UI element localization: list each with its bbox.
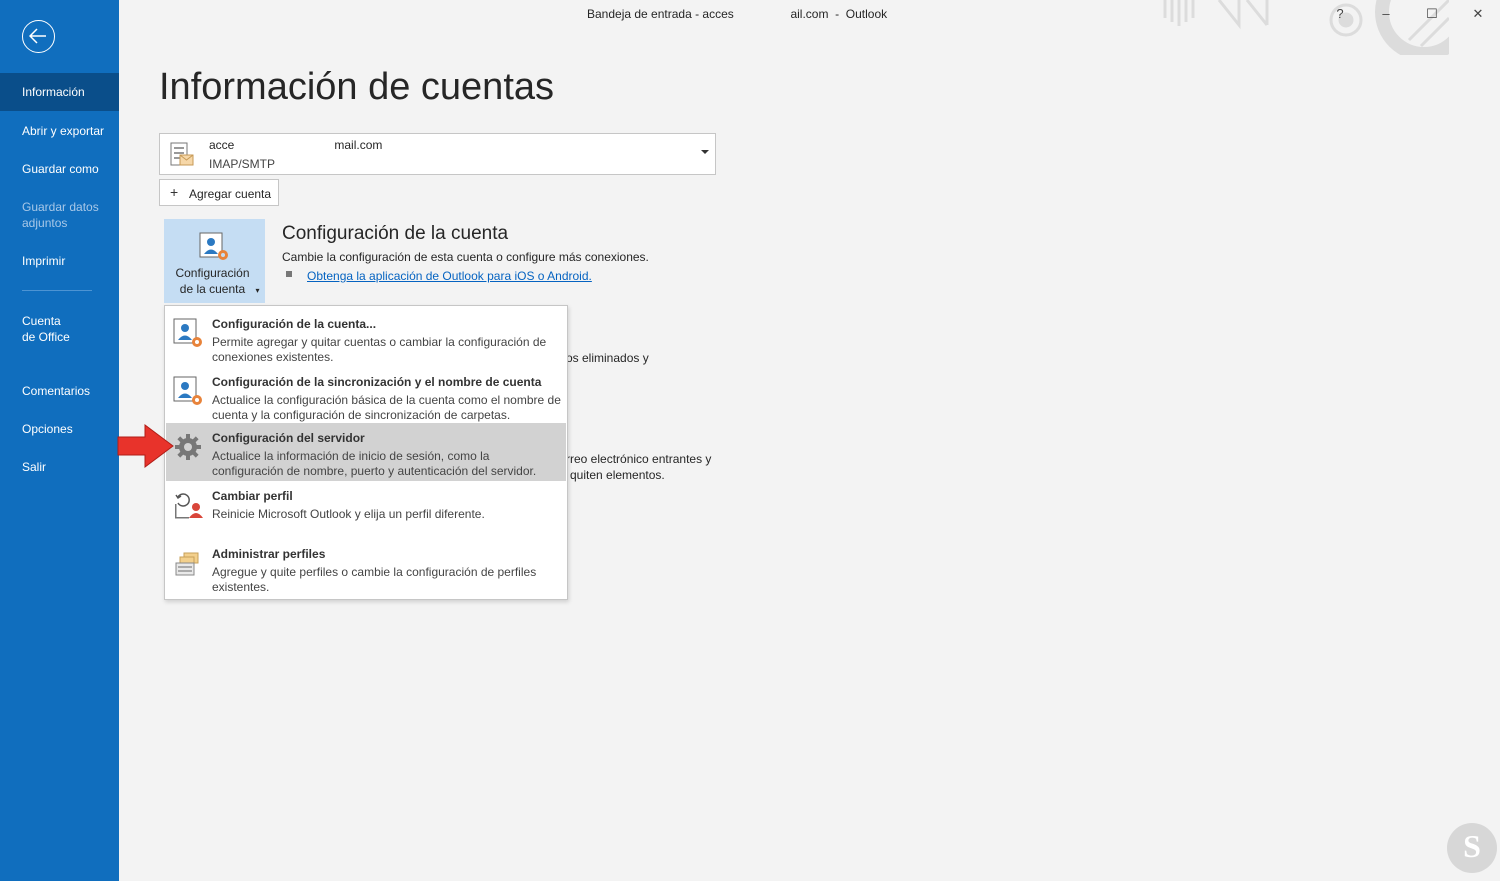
minimize-button[interactable]: – [1376,4,1396,24]
menu-item-change-profile[interactable]: Cambiar perfil Reinicie Microsoft Outloo… [166,481,566,539]
account-settings-label: Configuración de la cuenta ▾ [164,265,265,299]
sync-settings-icon [173,376,202,405]
chevron-down-icon [701,150,709,154]
nav-comentarios[interactable]: Comentarios [0,383,119,399]
add-account-button[interactable]: + Agregar cuenta [159,179,279,206]
plus-icon: + [170,184,179,200]
partial-text-2: rreo electrónico entrantes y [566,452,712,466]
menu-item-title: Cambiar perfil [212,489,293,503]
nav-separator [22,290,92,291]
section-title: Configuración de la cuenta [282,223,509,244]
menu-item-sync-settings[interactable]: Configuración de la sincronización y el … [166,367,566,425]
menu-item-server-settings[interactable]: Configuración del servidor Actualice la … [166,423,566,481]
nav-guardar-como[interactable]: Guardar como [0,161,119,177]
menu-item-account-settings[interactable]: Configuración de la cuenta... Permite ag… [166,309,566,367]
menu-item-desc: Permite agregar y quitar cuentas o cambi… [212,335,547,364]
help-button[interactable]: ? [1330,4,1350,24]
page-title: Información de cuentas [159,66,555,108]
nav-opciones[interactable]: Opciones [0,421,119,437]
watermark-logo: S [1447,823,1497,873]
menu-item-title: Administrar perfiles [212,547,326,561]
red-arrow-annotation-icon [117,424,174,468]
account-settings-icon [199,232,228,260]
bullet-icon [286,271,292,277]
menu-item-desc: Agregue y quite perfiles o cambie la con… [212,565,537,594]
menu-item-title: Configuración de la sincronización y el … [212,375,542,389]
nav-salir[interactable]: Salir [0,459,119,475]
account-settings-menu: Configuración de la cuenta... Permite ag… [164,305,568,600]
menu-item-desc: Actualice la configuración básica de la … [212,393,561,422]
window-title: Bandeja de entrada - acces ail.com - Out… [587,7,888,21]
menu-item-desc: Actualice la información de inicio de se… [212,449,537,478]
nav-informacion[interactable]: Información [0,73,119,111]
account-settings-text: Configuración de la cuenta [175,266,250,296]
gear-icon [175,434,201,460]
maximize-button[interactable]: ☐ [1422,4,1442,24]
account-email: acce mail.com [209,138,383,152]
account-type: IMAP/SMTP [209,157,276,171]
nav-abrir-exportar[interactable]: Abrir y exportar [0,123,119,139]
menu-item-desc: Reinicie Microsoft Outlook y elija un pe… [212,507,485,521]
title-bar: Bandeja de entrada - acces ail.com - Out… [119,0,1500,55]
outlook-mobile-link[interactable]: Obtenga la aplicación de Outlook para iO… [307,269,592,283]
decorative-pattern [1163,0,1449,55]
account-selector[interactable]: acce mail.com IMAP/SMTP [159,133,716,175]
partial-text-1: os eliminados y [566,351,649,365]
dropdown-caret-icon: ▾ [255,286,260,295]
back-button[interactable] [22,20,55,53]
account-settings-button[interactable]: Configuración de la cuenta ▾ [164,219,265,303]
close-button[interactable]: ✕ [1468,4,1488,24]
change-profile-icon [175,493,203,519]
section-description: Cambie la configuración de esta cuenta o… [282,250,649,264]
add-account-label: Agregar cuenta [189,187,272,201]
nav-cuenta-office[interactable]: Cuenta de Office [0,313,70,345]
account-settings-icon [173,318,202,347]
nav-guardar-adjuntos[interactable]: Guardar datos adjuntos [0,199,100,231]
menu-item-title: Configuración del servidor [212,431,365,445]
menu-item-manage-profiles[interactable]: Administrar perfiles Agregue y quite per… [166,539,566,597]
nav-imprimir[interactable]: Imprimir [0,253,119,269]
back-arrow-icon [29,28,46,44]
backstage-sidebar: Información Abrir y exportar Guardar com… [0,0,119,881]
watermark-letter: S [1463,828,1481,864]
partial-text-3: quiten elementos. [570,468,665,482]
menu-item-title: Configuración de la cuenta... [212,317,377,331]
mail-account-icon [170,142,194,166]
manage-profiles-icon [175,552,199,576]
